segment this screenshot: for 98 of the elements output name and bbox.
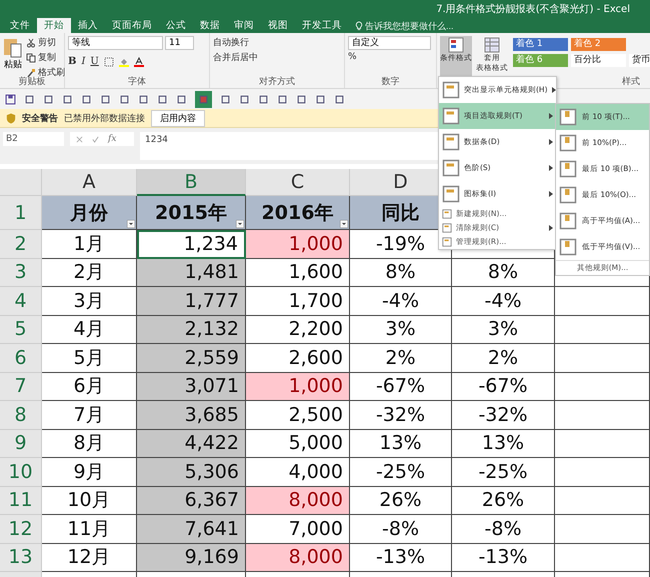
table-cell: 2,132: [137, 316, 246, 344]
table-cell: 1月: [42, 230, 137, 258]
table-cell: 2,500: [246, 401, 350, 430]
table-cell: 26%: [350, 486, 452, 515]
cell-style-swatch[interactable]: 货币: [629, 54, 650, 67]
cell-style-swatch[interactable]: 百分比: [571, 54, 626, 67]
group-label: 样式: [621, 76, 641, 88]
table-cell: 3,685: [137, 401, 246, 430]
table-cell: -32%: [350, 401, 452, 430]
ribbon-tab[interactable]: 公式: [159, 18, 193, 33]
table-cell: 2016年: [246, 196, 350, 230]
table-cell: 13%: [452, 430, 555, 458]
table-cell: -4%: [350, 287, 452, 316]
row-header[interactable]: 13: [0, 544, 42, 572]
warning-title: 安全警告: [22, 112, 58, 124]
table-cell: -25%: [452, 458, 555, 486]
table-cell: 1,000: [246, 372, 350, 401]
column-header[interactable]: C: [246, 169, 350, 196]
table-cell: 4,422: [137, 430, 246, 458]
table-cell: -8%: [350, 515, 452, 544]
table-cell: 8,000: [246, 544, 350, 572]
insert-function-button[interactable]: fx: [108, 134, 116, 144]
group-label: 剪贴板: [18, 76, 46, 88]
table-cell: 5,306: [137, 458, 246, 486]
merge-center-button[interactable]: 合并后居中: [213, 51, 341, 64]
paste-button[interactable]: 粘贴: [4, 58, 22, 71]
name-box[interactable]: B2: [3, 132, 64, 146]
table-cell: -25%: [350, 458, 452, 486]
table-cell: 1,481: [137, 258, 246, 287]
cell-style-swatch[interactable]: 着色 1: [513, 38, 568, 51]
ribbon-tab[interactable]: 开始: [37, 18, 71, 33]
table-cell: 6,367: [137, 486, 246, 515]
row-header[interactable]: 5: [0, 316, 42, 344]
row-header[interactable]: 11: [0, 486, 42, 515]
group-label: 字体: [127, 76, 147, 88]
table-cell: 5,000: [246, 430, 350, 458]
group-label: 对齐方式: [258, 76, 296, 88]
ribbon-tab[interactable]: 文件: [3, 18, 37, 33]
wrap-text-button[interactable]: 自动换行: [213, 36, 341, 49]
row-header[interactable]: 6: [0, 344, 42, 372]
font-name-dropdown[interactable]: 等线: [68, 36, 163, 50]
table-cell: -8%: [452, 515, 555, 544]
table-cell: 3%: [350, 316, 452, 344]
warning-message: 已禁用外部数据连接: [64, 112, 145, 124]
row-header[interactable]: 12: [0, 515, 42, 544]
row-header[interactable]: 4: [0, 287, 42, 316]
ribbon-tab[interactable]: 视图: [261, 18, 295, 33]
table-cell: -32%: [452, 401, 555, 430]
table-cell: 3,071: [137, 372, 246, 401]
number-format-dropdown[interactable]: 自定义: [348, 36, 431, 50]
ribbon-tab[interactable]: 数据: [193, 18, 227, 33]
table-cell: -67%: [452, 372, 555, 401]
row-header[interactable]: 9: [0, 430, 42, 458]
table-cell: 8%: [350, 258, 452, 287]
ribbon-tab[interactable]: 页面布局: [105, 18, 159, 33]
table-cell: -4%: [452, 287, 555, 316]
table-cell: 2,559: [137, 344, 246, 372]
table-cell: 26%: [452, 486, 555, 515]
table-cell: 1,000: [246, 230, 350, 258]
font-size-dropdown[interactable]: 11: [165, 36, 194, 50]
copy-button[interactable]: 复制: [38, 51, 56, 64]
ribbon-tab[interactable]: 插入: [71, 18, 105, 33]
row-header[interactable]: 3: [0, 258, 42, 287]
group-label: 数字: [380, 76, 400, 88]
percent-button[interactable]: %: [348, 52, 433, 62]
row-header[interactable]: 7: [0, 372, 42, 401]
table-cell: -13%: [350, 544, 452, 572]
table-cell: 2,200: [246, 316, 350, 344]
bold-button[interactable]: B: [68, 56, 76, 67]
table-cell: 2%: [350, 344, 452, 372]
column-header[interactable]: A: [42, 169, 137, 196]
row-header[interactable]: 1: [0, 196, 42, 230]
table-cell: 1,234: [137, 230, 246, 258]
italic-button[interactable]: I: [81, 56, 86, 67]
table-cell: 7,641: [137, 515, 246, 544]
table-cell: 3%: [452, 316, 555, 344]
table-cell: 1,600: [246, 258, 350, 287]
underline-button[interactable]: U: [90, 56, 99, 67]
tell-me-field[interactable]: 告诉我您想要做什么...: [365, 19, 490, 33]
table-cell: 1,700: [246, 287, 350, 316]
cut-button[interactable]: 剪切: [38, 36, 56, 49]
ribbon-tab[interactable]: 开发工具: [295, 18, 349, 33]
table-cell: 8,000: [246, 486, 350, 515]
table-cell: -13%: [452, 544, 555, 572]
table-cell: 2015年: [137, 196, 246, 230]
table-cell: 9,169: [137, 544, 246, 572]
column-header[interactable]: B: [137, 169, 246, 196]
window-title: 7.用条件格式扮靓报表(不含聚光灯) - Excel: [436, 2, 630, 16]
table-cell: 1,777: [137, 287, 246, 316]
row-header[interactable]: 2: [0, 230, 42, 258]
table-cell: 月份: [42, 196, 137, 230]
table-cell: -67%: [350, 372, 452, 401]
table-cell: 2%: [452, 344, 555, 372]
table-cell: 13%: [350, 430, 452, 458]
enable-content-button[interactable]: 启用内容: [151, 110, 205, 126]
row-header[interactable]: 8: [0, 401, 42, 430]
ribbon-tab[interactable]: 审阅: [227, 18, 261, 33]
row-header[interactable]: 10: [0, 458, 42, 486]
